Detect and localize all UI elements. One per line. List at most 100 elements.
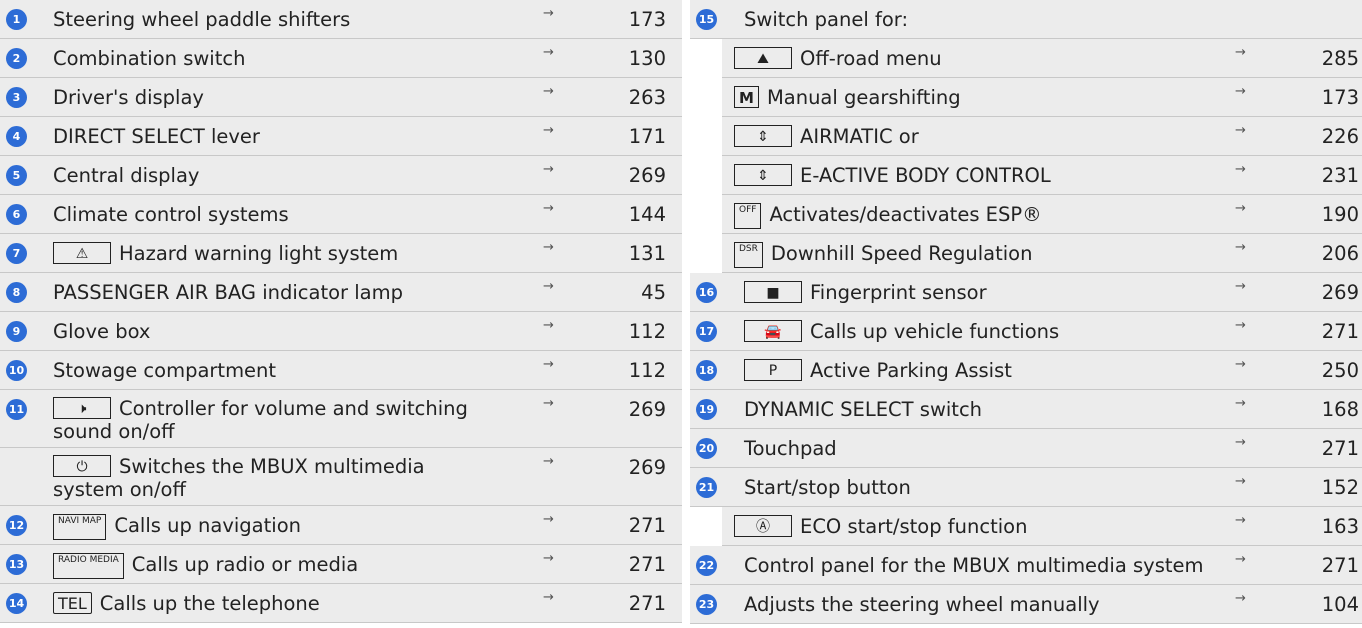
item-number-badge: 18 bbox=[696, 360, 717, 381]
page-reference-arrow-icon: → bbox=[543, 123, 554, 138]
control-symbol-icon: TEL bbox=[53, 591, 92, 614]
page-reference-arrow-icon: → bbox=[543, 279, 554, 294]
page-number: 285 bbox=[1321, 47, 1359, 70]
page-reference-arrow-icon: → bbox=[1235, 591, 1246, 606]
item-label-text: Combination switch bbox=[53, 47, 246, 70]
page-number: 271 bbox=[1321, 437, 1359, 460]
page-reference-arrow-icon: → bbox=[543, 590, 554, 605]
table-row: 7 ⚠ Hazard warning light system → 131 bbox=[0, 234, 682, 273]
page-reference-arrow-icon: → bbox=[543, 551, 554, 566]
page-number: 112 bbox=[628, 320, 666, 343]
table-row: 20 Touchpad → 271 bbox=[690, 429, 1362, 468]
item-label-text: Central display bbox=[53, 164, 200, 187]
page-reference-arrow-icon: → bbox=[543, 84, 554, 99]
item-number-badge: 5 bbox=[6, 165, 27, 186]
item-label: P Active Parking Assist bbox=[744, 351, 1172, 390]
table-row: 18 P Active Parking Assist → 250 bbox=[690, 351, 1362, 390]
table-row: 1 Steering wheel paddle shifters → 173 bbox=[0, 0, 682, 39]
item-label: OFF Activates/deactivates ESP® bbox=[734, 195, 1172, 234]
item-label-text: AIRMATIC or bbox=[800, 125, 919, 148]
table-row: 13 RADIO MEDIA Calls up radio or media → 271 bbox=[0, 545, 682, 584]
page-number: 226 bbox=[1321, 125, 1359, 148]
table-row: 19 DYNAMIC SELECT switch → 168 bbox=[690, 390, 1362, 429]
page-reference-arrow-icon: → bbox=[543, 396, 554, 411]
page-reference-arrow-icon: → bbox=[1235, 552, 1246, 567]
page-number: 112 bbox=[628, 359, 666, 382]
item-label-text: Driver's display bbox=[53, 86, 204, 109]
control-symbol-icon: M bbox=[734, 85, 759, 108]
table-row: 14 TEL Calls up the telephone → 271 bbox=[0, 584, 682, 623]
page-reference-arrow-icon: → bbox=[1235, 162, 1246, 177]
right-column: 15 Switch panel for: ⛰ Off-road menu → 285 M Ma… bbox=[690, 0, 1362, 624]
page-reference-arrow-icon: → bbox=[543, 45, 554, 60]
control-symbol-icon: ■ bbox=[744, 280, 802, 303]
item-label: 🚘 Calls up vehicle functions bbox=[744, 312, 1172, 351]
page-reference-arrow-icon: → bbox=[1235, 513, 1246, 528]
page-number: 173 bbox=[628, 8, 666, 31]
page-reference-arrow-icon: → bbox=[1235, 45, 1246, 60]
page-number: 271 bbox=[628, 514, 666, 537]
page-number: 163 bbox=[1321, 515, 1359, 538]
item-label: DYNAMIC SELECT switch bbox=[744, 390, 1172, 429]
item-number-badge: 13 bbox=[6, 554, 27, 575]
item-number-badge: 20 bbox=[696, 438, 717, 459]
page-reference-arrow-icon: → bbox=[1235, 474, 1246, 489]
page-number: 190 bbox=[1321, 203, 1359, 226]
item-number-badge: 12 bbox=[6, 515, 27, 536]
item-label: Switch panel for: bbox=[744, 0, 1172, 39]
item-label: ⚠ Hazard warning light system bbox=[53, 234, 492, 273]
left-column: 1 Steering wheel paddle shifters → 173 2 Comb… bbox=[0, 0, 682, 623]
table-row: M Manual gearshifting → 173 bbox=[722, 78, 1362, 117]
item-number-badge: 17 bbox=[696, 321, 717, 342]
item-label: 🕨 Controller for volume and switching sou… bbox=[53, 390, 472, 443]
page-number: 250 bbox=[1321, 359, 1359, 382]
item-label-text: DIRECT SELECT lever bbox=[53, 125, 260, 148]
item-label: ⇕ E-ACTIVE BODY CONTROL bbox=[734, 156, 1172, 195]
page-reference-arrow-icon: → bbox=[543, 240, 554, 255]
table-row: 21 Start/stop button → 152 bbox=[690, 468, 1362, 507]
page-number: 144 bbox=[628, 203, 666, 226]
item-number-badge: 4 bbox=[6, 126, 27, 147]
table-row: Ⓐ ECO start/stop function → 163 bbox=[722, 507, 1362, 546]
item-label: ⇕ AIRMATIC or bbox=[734, 117, 1172, 156]
table-row: OFF Activates/deactivates ESP® → 190 bbox=[722, 195, 1362, 234]
item-label-text: ECO start/stop function bbox=[800, 515, 1028, 538]
item-label: PASSENGER AIR BAG indicator lamp bbox=[53, 273, 492, 312]
item-label-text: DYNAMIC SELECT switch bbox=[744, 398, 983, 421]
page-number: 152 bbox=[1321, 476, 1359, 499]
control-symbol-icon: ⇕ bbox=[734, 124, 792, 147]
item-label-text: Manual gearshifting bbox=[766, 86, 961, 109]
item-number-badge: 21 bbox=[696, 477, 717, 498]
item-label: RADIO MEDIA Calls up radio or media bbox=[53, 545, 492, 584]
page-reference-arrow-icon: → bbox=[1235, 84, 1246, 99]
control-symbol-icon: 🚘 bbox=[744, 319, 802, 342]
item-label-text: Off-road menu bbox=[800, 47, 942, 70]
control-symbol-icon: NAVI MAP bbox=[53, 513, 107, 540]
item-label-text: Controller for volume and switching soun… bbox=[53, 397, 468, 443]
page-reference-arrow-icon: → bbox=[543, 162, 554, 177]
item-label: M Manual gearshifting bbox=[734, 78, 1172, 117]
page-reference-arrow-icon: → bbox=[1235, 240, 1246, 255]
item-label-text: Calls up radio or media bbox=[131, 553, 359, 576]
page-number: 269 bbox=[628, 164, 666, 187]
item-label: DSR Downhill Speed Regulation bbox=[734, 234, 1172, 273]
page-reference-arrow-icon: → bbox=[1235, 396, 1246, 411]
item-number-badge: 10 bbox=[6, 360, 27, 381]
control-symbol-icon: ⚠ bbox=[53, 241, 111, 264]
page-number: 45 bbox=[641, 281, 666, 304]
control-symbol-icon: RADIO MEDIA bbox=[53, 552, 124, 579]
table-row: 12 NAVI MAP Calls up navigation → 271 bbox=[0, 506, 682, 545]
item-label-text: Stowage compartment bbox=[53, 359, 277, 382]
control-symbol-icon: 🕨 bbox=[53, 396, 111, 419]
control-symbol-icon: OFF bbox=[734, 202, 762, 229]
page-reference-arrow-icon: → bbox=[543, 357, 554, 372]
table-row: 23 Adjusts the steering wheel manually → 10… bbox=[690, 585, 1362, 624]
item-label: Glove box bbox=[53, 312, 492, 351]
item-label: ■ Fingerprint sensor bbox=[744, 273, 1172, 312]
item-label-text: PASSENGER AIR BAG indicator lamp bbox=[53, 281, 403, 304]
item-number-badge: 15 bbox=[696, 9, 717, 30]
table-row: 2 Combination switch → 130 bbox=[0, 39, 682, 78]
page-number: 130 bbox=[628, 47, 666, 70]
page-number: 269 bbox=[1321, 281, 1359, 304]
control-symbol-icon: ⏻ bbox=[53, 454, 111, 477]
